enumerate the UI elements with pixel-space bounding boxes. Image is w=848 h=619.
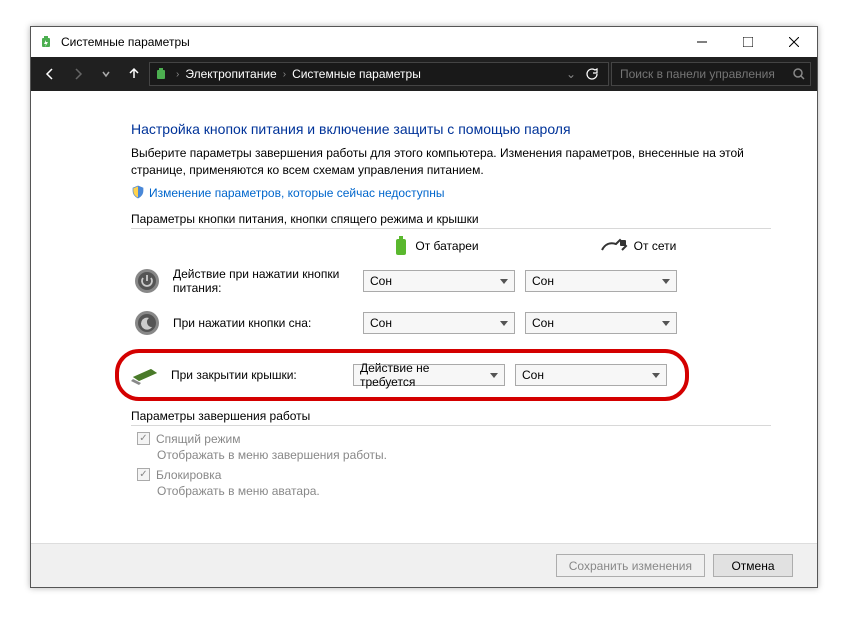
sleep-mode-checkbox-row: Спящий режим <box>137 432 787 446</box>
search-box[interactable] <box>611 62 811 86</box>
power-button-label: Действие при нажатии кнопки питания: <box>173 267 353 295</box>
lock-sublabel: Отображать в меню аватара. <box>157 484 787 498</box>
page-description: Выберите параметры завершения работы для… <box>131 145 771 179</box>
search-input[interactable] <box>618 63 786 85</box>
lid-battery-select[interactable]: Действие не требуется <box>353 364 505 386</box>
page-heading: Настройка кнопок питания и включение защ… <box>131 121 787 137</box>
up-button[interactable] <box>121 61 147 87</box>
navbar: › Электропитание › Системные параметры ⌄ <box>31 57 817 91</box>
sleep-mode-label: Спящий режим <box>156 432 240 446</box>
battery-app-icon <box>154 66 170 82</box>
sleep-mode-checkbox <box>137 432 150 445</box>
breadcrumb-system[interactable]: Системные параметры <box>292 67 421 81</box>
power-button-row: Действие при нажатии кнопки питания: Сон… <box>131 265 787 297</box>
save-button[interactable]: Сохранить изменения <box>556 554 705 577</box>
sleep-mode-sublabel: Отображать в меню завершения работы. <box>157 448 787 462</box>
close-button[interactable] <box>771 27 817 57</box>
history-dropdown[interactable] <box>93 61 119 87</box>
plug-icon <box>600 238 628 254</box>
maximize-button[interactable] <box>725 27 771 57</box>
ac-column-header: От сети <box>557 235 719 257</box>
power-battery-select[interactable]: Сон <box>363 270 515 292</box>
lid-row-highlight: При закрытии крышки: Действие не требует… <box>115 349 689 401</box>
sleep-ac-select[interactable]: Сон <box>525 312 677 334</box>
battery-app-icon <box>39 34 55 50</box>
lock-checkbox-row: Блокировка <box>137 468 787 482</box>
power-icon <box>131 265 163 297</box>
lock-checkbox <box>137 468 150 481</box>
lid-close-row: При закрытии крышки: Действие не требует… <box>129 359 675 391</box>
chevron-right-icon: › <box>281 69 288 80</box>
battery-icon <box>393 235 409 257</box>
chevron-right-icon: › <box>174 69 181 80</box>
window: Системные параметры › Электропитание › С… <box>30 26 818 588</box>
titlebar[interactable]: Системные параметры <box>31 27 817 57</box>
breadcrumb-power[interactable]: Электропитание <box>185 67 276 81</box>
address-bar[interactable]: › Электропитание › Системные параметры ⌄ <box>149 62 609 86</box>
refresh-button[interactable] <box>580 62 604 86</box>
shield-icon <box>131 185 145 202</box>
cancel-button[interactable]: Отмена <box>713 554 793 577</box>
lid-close-label: При закрытии крышки: <box>171 368 343 382</box>
minimize-button[interactable] <box>679 27 725 57</box>
laptop-icon <box>129 359 161 391</box>
sleep-button-row: При нажатии кнопки сна: Сон Сон <box>131 307 787 339</box>
content-area: Настройка кнопок питания и включение защ… <box>31 91 817 543</box>
power-ac-select[interactable]: Сон <box>525 270 677 292</box>
section-shutdown-title: Параметры завершения работы <box>131 409 771 426</box>
moon-icon <box>131 307 163 339</box>
back-button[interactable] <box>37 61 63 87</box>
footer: Сохранить изменения Отмена <box>31 543 817 587</box>
battery-column-header: От батареи <box>355 235 517 257</box>
address-dropdown-icon[interactable]: ⌄ <box>566 67 576 81</box>
sleep-button-label: При нажатии кнопки сна: <box>173 316 353 330</box>
change-unavailable-link[interactable]: Изменение параметров, которые сейчас нед… <box>149 186 445 200</box>
lock-label: Блокировка <box>156 468 221 482</box>
lid-ac-select[interactable]: Сон <box>515 364 667 386</box>
section-buttons-title: Параметры кнопки питания, кнопки спящего… <box>131 212 771 229</box>
window-title: Системные параметры <box>61 35 190 49</box>
sleep-battery-select[interactable]: Сон <box>363 312 515 334</box>
search-icon <box>792 67 806 84</box>
forward-button[interactable] <box>65 61 91 87</box>
